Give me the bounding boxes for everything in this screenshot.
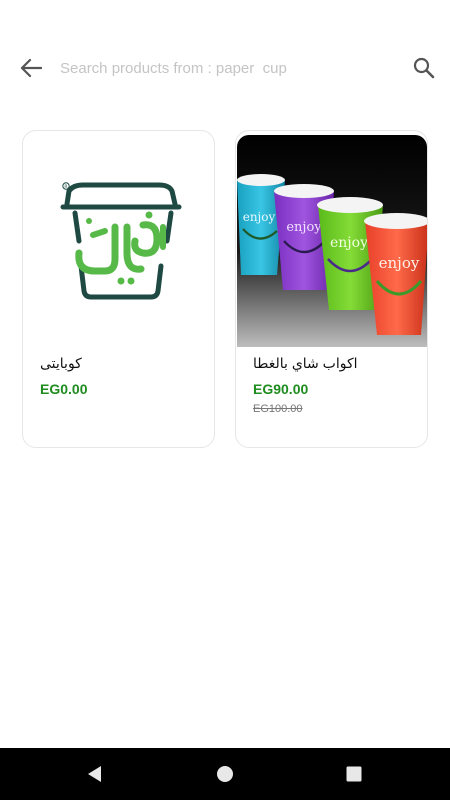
- svg-text:enjoy: enjoy: [243, 210, 276, 224]
- search-button[interactable]: [410, 54, 438, 82]
- arrow-left-icon: [20, 58, 42, 78]
- svg-text:enjoy: enjoy: [330, 235, 368, 251]
- square-recents-icon: [346, 766, 362, 782]
- svg-text:R: R: [64, 184, 67, 190]
- product-image-koobayti-logo: R: [23, 131, 214, 346]
- system-nav-bar: [0, 748, 450, 800]
- circle-home-icon: [217, 766, 233, 782]
- svg-text:enjoy: enjoy: [286, 220, 322, 235]
- back-button[interactable]: [16, 54, 46, 82]
- product-price: EG90.00: [253, 381, 309, 397]
- product-name: اكواب شاي بالغطا: [253, 355, 358, 371]
- product-name: كوبايتى: [40, 355, 82, 371]
- product-card[interactable]: R كوبايتى EG0.00: [22, 130, 215, 448]
- product-card[interactable]: enjoy enjoy enjoy enjoy اكواب شاي بالغطا…: [235, 130, 428, 448]
- product-price: EG0.00: [40, 381, 88, 397]
- nav-back-button[interactable]: [83, 762, 107, 786]
- triangle-back-icon: [88, 766, 101, 782]
- search-input[interactable]: [60, 54, 390, 82]
- nav-recents-button[interactable]: [342, 762, 366, 786]
- product-old-price: EG100.00: [253, 403, 303, 415]
- svg-text:enjoy: enjoy: [379, 254, 420, 272]
- nav-home-button[interactable]: [213, 762, 237, 786]
- product-image-paper-cups: enjoy enjoy enjoy enjoy: [237, 135, 427, 347]
- search-icon: [413, 57, 435, 79]
- search-bar: [0, 40, 450, 96]
